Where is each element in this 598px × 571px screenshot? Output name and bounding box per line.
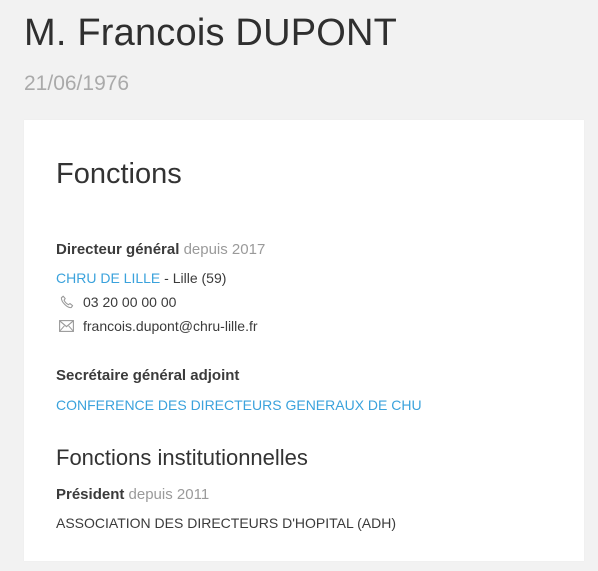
organization-link[interactable]: CHRU DE LILLE [56, 270, 160, 286]
phone-number: 03 20 00 00 00 [83, 294, 177, 310]
birthdate: 21/06/1976 [24, 72, 130, 95]
envelope-icon [58, 319, 75, 333]
function-role: Secrétaire général adjoint [56, 367, 240, 384]
functions-card: Fonctions Directeur général depuis 2017 … [24, 120, 584, 561]
email-address[interactable]: francois.dupont@chru-lille.fr [83, 318, 258, 334]
person-name: M. Francois DUPONT [24, 12, 398, 54]
function-role-line: Secrétaire général adjoint [56, 367, 239, 384]
phone-icon [58, 295, 75, 309]
function-organization-line: CONFERENCE DES DIRECTEURS GENERAUX DE CH… [56, 397, 422, 413]
institutional-organization: ASSOCIATION DES DIRECTEURS D'HOPITAL (AD… [56, 515, 397, 531]
institutional-role-line: Président depuis 2011 [56, 486, 209, 503]
section-title-functions: Fonctions [56, 158, 182, 190]
function-role: Directeur général [56, 241, 180, 258]
email-line: francois.dupont@chru-lille.fr [56, 318, 258, 334]
institutional-since: depuis 2011 [128, 486, 210, 503]
function-since: depuis 2017 [183, 241, 266, 258]
function-role-line: Directeur général depuis 2017 [56, 241, 265, 258]
organization-link[interactable]: CONFERENCE DES DIRECTEURS GENERAUX DE CH… [56, 397, 422, 413]
function-organization-line: CHRU DE LILLE - Lille (59) [56, 270, 226, 286]
section-title-institutional: Fonctions institutionnelles [56, 445, 308, 470]
organization-location: - Lille (59) [164, 270, 227, 286]
phone-line: 03 20 00 00 00 [56, 294, 176, 310]
institutional-role: Président [56, 486, 125, 503]
profile-page: M. Francois DUPONT 21/06/1976 Fonctions … [0, 0, 598, 571]
